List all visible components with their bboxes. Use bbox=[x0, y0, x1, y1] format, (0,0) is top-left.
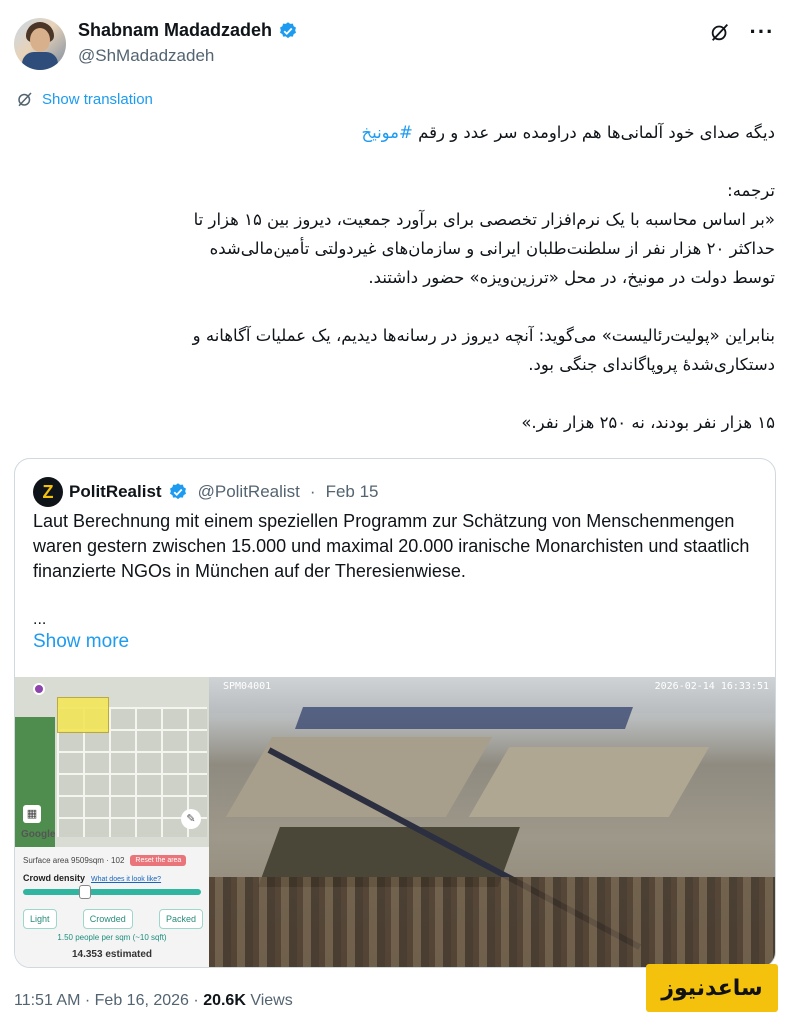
crowd-counter-screenshot: ▦ ✎ Google Surface area 9509sqm · 102 Re… bbox=[15, 677, 209, 967]
separator-dot: · bbox=[193, 992, 199, 1009]
tweet-line: ۱۵ هزار نفر بودند، نه ۲۵۰ هزار نفر.» bbox=[521, 413, 775, 432]
density-slider-knob bbox=[79, 885, 92, 899]
hashtag-link[interactable]: #مونیخ bbox=[361, 123, 412, 142]
author-avatar[interactable] bbox=[14, 18, 66, 70]
grok-icon[interactable] bbox=[708, 20, 732, 44]
post-date[interactable]: Feb 16, 2026 bbox=[95, 992, 189, 1009]
camera-id-stamp: SPM04001 bbox=[223, 681, 272, 692]
header-actions: ··· bbox=[708, 20, 774, 44]
density-row: Crowd density What does it look like? bbox=[23, 873, 161, 883]
show-translation-link[interactable]: Show translation bbox=[16, 90, 153, 108]
quoted-media[interactable]: ▦ ✎ Google Surface area 9509sqm · 102 Re… bbox=[15, 677, 775, 967]
crowd-density-label: Crowd density bbox=[23, 873, 86, 883]
views-label: Views bbox=[250, 992, 293, 1009]
reset-area-button: Reset the area bbox=[130, 855, 187, 866]
separator-dot: · bbox=[309, 482, 316, 501]
verified-badge-icon bbox=[169, 483, 186, 500]
tweet-meta: 11:51 AM · Feb 16, 2026 · 20.6K Views bbox=[14, 992, 293, 1010]
tweet-line: «بر اساس محاسبه با یک نرم‌افزار تخصصی بر… bbox=[193, 210, 775, 229]
quoted-tweet[interactable]: Z PolitRealist @PolitRealist · Feb 15 La… bbox=[14, 458, 776, 968]
density-slider bbox=[23, 885, 201, 899]
author-display-name[interactable]: Shabnam Madadzadeh bbox=[78, 20, 272, 41]
quoted-tweet-header: Z PolitRealist @PolitRealist · Feb 15 bbox=[33, 477, 379, 507]
more-options-icon[interactable]: ··· bbox=[750, 20, 774, 44]
tweet-header: Shabnam Madadzadeh @ShMadadzadeh ··· bbox=[14, 16, 780, 72]
quoted-author-handle: @PolitRealist bbox=[197, 482, 300, 501]
google-logo: Google bbox=[21, 829, 56, 840]
verified-badge-icon bbox=[280, 21, 297, 38]
quoted-author-name: PolitRealist bbox=[69, 482, 162, 501]
post-time[interactable]: 11:51 AM bbox=[14, 992, 80, 1009]
author-handle[interactable]: @ShMadadzadeh bbox=[78, 46, 214, 66]
light-button: Light bbox=[23, 909, 57, 929]
saednews-watermark-logo: ساعدنیوز bbox=[646, 964, 778, 1012]
tweet-line: توسط دولت در مونیخ، در محل «ترزین‌ویزه» … bbox=[368, 268, 775, 287]
packed-button: Packed bbox=[158, 909, 203, 929]
aerial-crowd-photo: SPM04001 2026-02-14 16:33:51 bbox=[209, 677, 775, 967]
views-count: 20.6K bbox=[203, 992, 246, 1009]
show-more-link[interactable]: Show more bbox=[33, 631, 129, 653]
density-buttons: Light Crowded Packed bbox=[23, 909, 203, 929]
tweet-line: ترجمه: bbox=[727, 181, 775, 200]
tweet-line: دستکاری‌شدهٔ پروپاگاندای جنگی بود. bbox=[528, 355, 775, 374]
translate-icon bbox=[18, 92, 32, 107]
pencil-icon: ✎ bbox=[181, 809, 201, 829]
people-per-sqm: 1.50 people per sqm (~10 sqft) bbox=[57, 933, 167, 942]
show-translation-label[interactable]: Show translation bbox=[42, 91, 153, 108]
watermark-text: ساعدنیوز bbox=[661, 975, 763, 1001]
tweet-line: دیگه صدای خود آلمانی‌ها هم دراومده سر عد… bbox=[15, 118, 775, 147]
crowded-button: Crowded bbox=[82, 909, 133, 929]
satellite-map: ▦ ✎ Google bbox=[15, 677, 209, 847]
quoted-tweet-body: Laut Berechnung mit einem speziellen Pro… bbox=[33, 511, 750, 581]
tweet-text: دیگه صدای خود آلمانی‌ها هم دراومده سر عد… bbox=[15, 118, 775, 437]
quoted-date: Feb 15 bbox=[325, 482, 379, 501]
separator-dot: · bbox=[84, 992, 91, 1009]
quoted-ellipsis: ... bbox=[33, 611, 47, 628]
map-pin-icon bbox=[33, 683, 45, 695]
selected-area bbox=[57, 697, 109, 733]
density-help-link: What does it look like? bbox=[91, 876, 162, 883]
surface-row: Surface area 9509sqm · 102 Reset the are… bbox=[23, 855, 187, 866]
tweet-line: بنابراین «پولیت‌رئالیست» می‌گوید: آنچه د… bbox=[192, 326, 775, 345]
author-name-row: Shabnam Madadzadeh bbox=[78, 20, 298, 41]
camera-time-stamp: 2026-02-14 16:33:51 bbox=[654, 681, 769, 692]
tweet-line: حداکثر ۲۰ هزار نفر از سلطنت‌طلبان ایرانی… bbox=[209, 239, 775, 258]
quoted-author-avatar: Z bbox=[33, 477, 63, 507]
layers-icon: ▦ bbox=[23, 805, 41, 823]
surface-area: Surface area 9509sqm · 102 bbox=[23, 856, 125, 865]
estimated-count: 14.353 estimated bbox=[71, 949, 153, 960]
tweet-line-text: دیگه صدای خود آلمانی‌ها هم دراومده سر عد… bbox=[418, 123, 775, 142]
